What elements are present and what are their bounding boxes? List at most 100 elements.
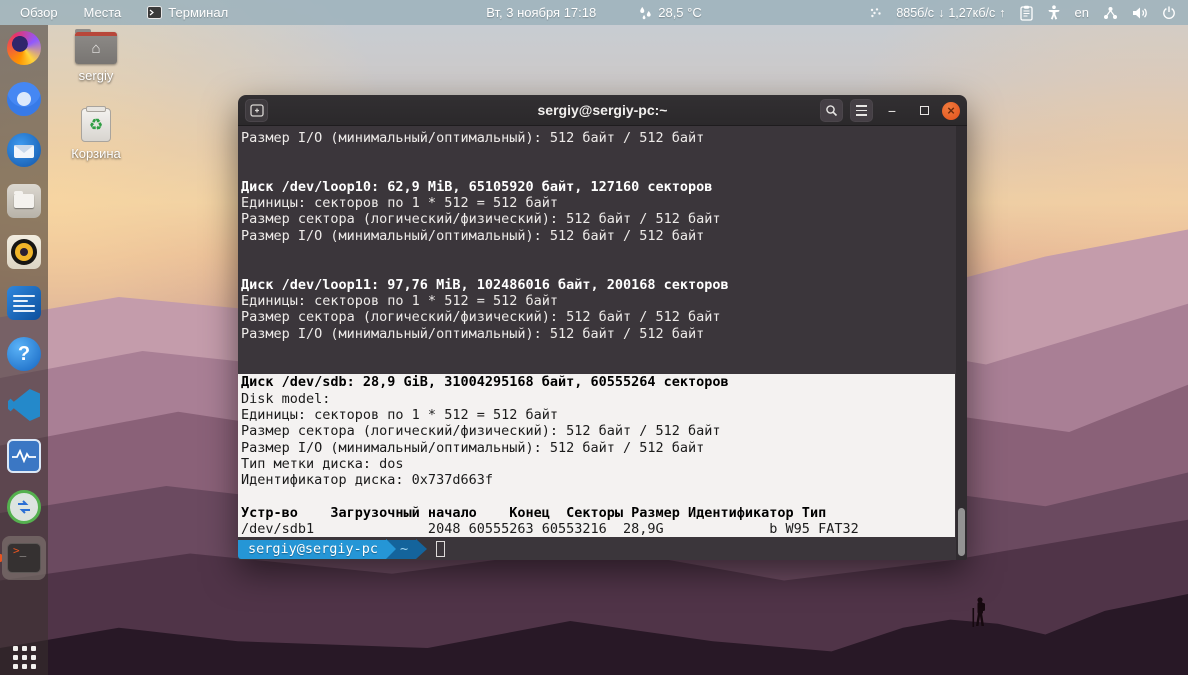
terminal-output-line: Размер I/O (минимальный/оптимальный): 51…	[238, 439, 955, 456]
net-download-value: 885б/с	[896, 5, 935, 20]
firefox-icon	[7, 31, 41, 65]
network-speed-indicator[interactable]: 885б/с ↓ 1,27кб/с ↑	[896, 6, 1005, 20]
search-button[interactable]	[820, 99, 843, 122]
dock-item-vscode[interactable]	[6, 387, 42, 423]
terminal-window: sergiy@sergiy-pc:~ − × Размер I/O (миним…	[238, 95, 967, 560]
dock-item-system-monitor[interactable]	[6, 438, 42, 474]
dock: ? >_	[0, 25, 48, 675]
maximize-icon	[919, 106, 929, 115]
screen-recorder-icon	[7, 490, 41, 524]
dock-item-rhythmbox[interactable]	[6, 234, 42, 270]
weather-drops-icon	[638, 6, 652, 20]
dock-item-firefox[interactable]	[6, 30, 42, 66]
menu-button[interactable]	[850, 99, 873, 122]
temperature-label: 28,5 °C	[658, 5, 702, 20]
desktop-icon-label: Корзина	[71, 146, 121, 161]
activities-button[interactable]: Обзор	[10, 0, 68, 25]
terminal-app-icon	[147, 6, 163, 19]
terminal-output-line: Единицы: секторов по 1 * 512 = 512 байт	[241, 292, 558, 309]
terminal-output-line	[238, 488, 955, 505]
terminal-output-line: Тип метки диска: dos	[238, 455, 955, 473]
thunderbird-icon	[7, 133, 41, 167]
help-icon: ?	[7, 337, 41, 371]
home-folder-icon: ⌂	[75, 29, 117, 64]
terminal-output-line: Размер I/O (минимальный/оптимальный): 51…	[241, 227, 705, 244]
wallpaper-hiker-silhouette	[968, 596, 990, 630]
scrollbar-thumb[interactable]	[958, 508, 965, 556]
terminal-output-line: Размер сектора (логический/физический): …	[241, 211, 721, 228]
running-indicator	[0, 554, 2, 562]
places-menu[interactable]: Места	[74, 0, 132, 25]
system-monitor-icon	[7, 439, 41, 473]
desktop-icon-label: sergiy	[78, 68, 114, 83]
clock-menu[interactable]: Вт, 3 ноября 17:18	[476, 0, 606, 25]
dock-item-help[interactable]: ?	[6, 336, 42, 372]
weather-applet-icon[interactable]	[869, 7, 882, 18]
close-icon: ×	[942, 101, 960, 120]
dock-item-screen-recorder[interactable]	[6, 489, 42, 525]
dock-item-files[interactable]	[6, 183, 42, 219]
places-label: Места	[83, 5, 122, 20]
terminal-scrollbar[interactable]	[956, 126, 967, 560]
prompt-arrow-icon	[416, 539, 428, 559]
trash-icon: ♻	[81, 106, 111, 142]
rhythmbox-icon	[7, 235, 41, 269]
accessibility-icon[interactable]	[1047, 5, 1061, 20]
terminal-dock-icon: >_	[7, 543, 41, 573]
prompt-user-host: sergiy@sergiy-pc	[238, 539, 387, 559]
clipboard-icon[interactable]	[1019, 5, 1033, 21]
terminal-titlebar[interactable]: sergiy@sergiy-pc:~ − ×	[238, 95, 967, 126]
terminal-lines: Размер I/O (минимальный/оптимальный): 51…	[238, 130, 967, 538]
keyboard-layout-indicator[interactable]: en	[1075, 5, 1089, 20]
dock-item-thunderbird[interactable]	[6, 132, 42, 168]
terminal-output-line: Устр-во Загрузочный начало Конец Секторы…	[238, 504, 955, 522]
terminal-output-line: /dev/sdb1 2048 60555263 60553216 28,9G b…	[238, 521, 955, 538]
top-bar: Обзор Места Терминал Вт, 3 ноября 17:18	[0, 0, 1188, 25]
vscode-icon	[8, 389, 40, 421]
activities-label: Обзор	[20, 5, 58, 20]
network-share-icon[interactable]	[1103, 6, 1118, 20]
desktop-screen: Обзор Места Терминал Вт, 3 ноября 17:18	[0, 0, 1188, 675]
terminal-output-line: Размер I/O (минимальный/оптимальный): 51…	[241, 325, 705, 342]
terminal-cursor	[436, 541, 446, 557]
clock-label: Вт, 3 ноября 17:18	[486, 5, 597, 20]
download-arrow-icon: ↓	[938, 5, 945, 20]
terminal-output-line: Диск /dev/loop11: 97,76 MiB, 102486016 б…	[241, 276, 729, 293]
terminal-output-line: Диск /dev/sdb: 28,9 GiB, 31004295168 бай…	[238, 374, 955, 391]
dock-item-libreoffice-writer[interactable]	[6, 285, 42, 321]
app-grid-icon	[12, 646, 36, 669]
new-tab-button[interactable]	[245, 99, 268, 122]
maximize-button[interactable]	[910, 95, 938, 126]
dock-item-app-grid[interactable]	[0, 646, 48, 669]
dock-item-terminal[interactable]: >_	[0, 536, 46, 580]
window-title: sergiy@sergiy-pc:~	[537, 102, 668, 118]
desktop-icon-trash[interactable]: ♻ Корзина	[60, 106, 132, 161]
terminal-output-line: Единицы: секторов по 1 * 512 = 512 байт	[241, 195, 558, 212]
terminal-output-line: Размер сектора (логический/физический): …	[241, 309, 721, 326]
desktop-icon-sergiy[interactable]: ⌂ sergiy	[60, 29, 132, 83]
app-menu-label: Терминал	[168, 5, 229, 20]
upload-arrow-icon: ↑	[999, 5, 1006, 20]
terminal-output-line: Размер I/O (минимальный/оптимальный): 51…	[241, 130, 705, 146]
app-menu-terminal[interactable]: Терминал	[137, 0, 238, 25]
terminal-screen[interactable]: Размер I/O (минимальный/оптимальный): 51…	[238, 126, 967, 560]
dock-item-chromium[interactable]	[6, 81, 42, 117]
terminal-output-line: Disk model:	[238, 390, 955, 408]
libreoffice-writer-icon	[7, 286, 41, 320]
close-button[interactable]: ×	[938, 95, 964, 126]
terminal-output-line: Диск /dev/loop10: 62,9 MiB, 65105920 бай…	[241, 178, 713, 195]
power-icon[interactable]	[1162, 6, 1176, 20]
terminal-output-line: Размер сектора (логический/физический): …	[238, 423, 955, 440]
weather-indicator[interactable]: 28,5 °C	[628, 0, 712, 25]
net-upload-value: 1,27кб/с	[948, 5, 996, 20]
terminal-output-line: Идентификатор диска: 0x737d663f	[238, 472, 955, 489]
minimize-button[interactable]: −	[878, 95, 906, 126]
terminal-prompt: sergiy@sergiy-pc ~	[238, 539, 446, 559]
volume-icon[interactable]	[1132, 6, 1148, 20]
